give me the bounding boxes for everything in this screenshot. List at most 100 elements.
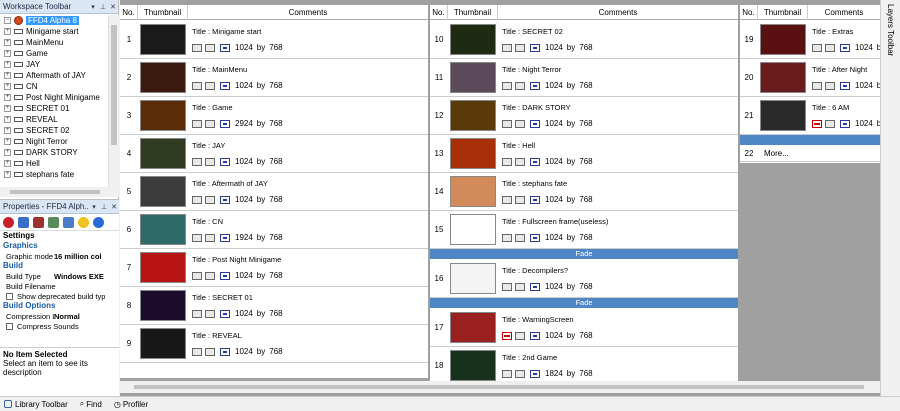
tree-item[interactable]: + Hell <box>0 158 108 169</box>
tree-item[interactable]: + Minigame start <box>0 26 108 37</box>
frame-row[interactable]: 5 Title : Aftermath of JAY 1024 by 768 <box>120 173 428 211</box>
frame-row[interactable]: 9 Title : REVEAL 1024 by 768 <box>120 325 428 363</box>
layers-toolbar-dock[interactable]: Layers Toolbar <box>880 0 900 396</box>
frame-size-icon[interactable] <box>530 43 540 52</box>
transition-in-icon[interactable] <box>192 195 202 204</box>
frame-thumbnail[interactable] <box>450 350 496 381</box>
frame-size-icon[interactable] <box>840 119 850 128</box>
frame-row[interactable]: 10 Title : SECRET 02 1024 by 768 <box>430 21 738 59</box>
frame-size-icon[interactable] <box>840 43 850 52</box>
expand-icon[interactable]: + <box>4 83 11 90</box>
frame-row[interactable]: 6 Title : CN 1924 by 768 <box>120 211 428 249</box>
globe-icon[interactable] <box>93 216 104 228</box>
library-toolbar-tab[interactable]: Library Toolbar <box>4 400 68 409</box>
transition-out-icon[interactable] <box>205 271 215 280</box>
expand-icon[interactable]: + <box>4 28 11 35</box>
info-icon[interactable] <box>78 216 89 228</box>
transition-out-icon[interactable] <box>825 119 835 128</box>
transition-out-icon[interactable] <box>515 157 525 166</box>
tree-item[interactable]: + stephans fate <box>0 169 108 180</box>
expand-icon[interactable]: + <box>4 61 11 68</box>
frame-row[interactable]: 13 Title : Hell 1024 by 768 <box>430 135 738 173</box>
frame-row[interactable]: 8 Title : SECRET 01 1024 by 768 <box>120 287 428 325</box>
transition-out-icon[interactable] <box>205 81 215 90</box>
frame-row[interactable]: 16 Title : Decompilers? 1024 by 768 <box>430 260 738 298</box>
compression-value[interactable]: Normal <box>54 312 80 321</box>
tree-item[interactable]: + SECRET 02 <box>0 125 108 136</box>
scrollbar-thumb[interactable] <box>10 190 100 194</box>
transition-in-icon[interactable] <box>502 195 512 204</box>
transition-in-icon[interactable] <box>812 81 822 90</box>
transition-out-icon[interactable] <box>205 43 215 52</box>
frame-size-icon[interactable] <box>220 347 230 356</box>
transition-in-icon[interactable] <box>192 271 202 280</box>
grid-icon[interactable] <box>63 216 74 228</box>
scrollbar-thumb[interactable] <box>111 25 117 145</box>
run-icon[interactable] <box>33 216 44 228</box>
frame-size-icon[interactable] <box>220 157 230 166</box>
fade-transition-bar[interactable]: Fade <box>430 249 738 259</box>
transition-out-icon[interactable] <box>205 195 215 204</box>
frame-size-icon[interactable] <box>530 195 540 204</box>
graphic-mode-value[interactable]: 16 million col <box>54 252 102 261</box>
compression-row[interactable]: Compression L Normal <box>0 311 119 321</box>
frame-thumbnail[interactable] <box>450 62 496 93</box>
expand-icon[interactable]: + <box>4 72 11 79</box>
frame-size-icon[interactable] <box>530 331 540 340</box>
tree-root[interactable]: − FFD4 Alpha 8 <box>0 15 108 26</box>
frame-thumbnail[interactable] <box>140 62 186 93</box>
monitor-icon[interactable] <box>18 216 29 228</box>
tree-item[interactable]: + Night Terror <box>0 136 108 147</box>
close-icon[interactable]: ✕ <box>109 203 119 211</box>
frame-row[interactable]: 18 Title : 2nd Game 1824 by 768 <box>430 347 738 385</box>
frame-row[interactable]: 3 Title : Game 2924 by 768 <box>120 97 428 135</box>
show-deprecated-checkbox[interactable]: Show deprecated build typ <box>0 291 119 301</box>
tree-item[interactable]: + JAY <box>0 59 108 70</box>
expand-icon[interactable]: + <box>4 105 11 112</box>
pin-icon[interactable]: ⊥ <box>99 203 109 211</box>
frame-thumbnail[interactable] <box>140 24 186 55</box>
transition-out-icon[interactable] <box>205 157 215 166</box>
transition-in-icon[interactable] <box>192 43 202 52</box>
graphic-mode-row[interactable]: Graphic mode 16 million col <box>0 251 119 261</box>
transition-in-icon[interactable] <box>812 119 822 128</box>
frame-size-icon[interactable] <box>220 271 230 280</box>
expand-icon[interactable]: + <box>4 138 11 145</box>
transition-in-icon[interactable] <box>502 233 512 242</box>
build-filename-row[interactable]: Build Filename <box>0 281 119 291</box>
expand-icon[interactable]: + <box>4 171 11 178</box>
tree-item[interactable]: + MainMenu <box>0 37 108 48</box>
tree-item[interactable]: + Post Night Minigame <box>0 92 108 103</box>
transition-out-icon[interactable] <box>515 119 525 128</box>
expand-icon[interactable]: + <box>4 50 11 57</box>
dropdown-icon[interactable]: ▾ <box>89 203 99 211</box>
frame-thumbnail[interactable] <box>760 24 806 55</box>
frame-thumbnail[interactable] <box>140 138 186 169</box>
frame-thumbnail[interactable] <box>450 214 496 245</box>
frame-size-icon[interactable] <box>220 233 230 242</box>
tree-item[interactable]: + REVEAL <box>0 114 108 125</box>
transition-out-icon[interactable] <box>825 43 835 52</box>
frame-size-icon[interactable] <box>530 81 540 90</box>
frame-thumbnail[interactable] <box>450 263 496 294</box>
frame-row[interactable]: 19Title : Extras1024by768 <box>740 21 900 59</box>
expand-icon[interactable]: + <box>4 94 11 101</box>
frame-size-icon[interactable] <box>220 119 230 128</box>
frame-row[interactable]: 7 Title : Post Night Minigame 1024 by 768 <box>120 249 428 287</box>
more-row[interactable]: 22 More... <box>740 145 880 162</box>
frame-size-icon[interactable] <box>530 157 540 166</box>
transition-in-icon[interactable] <box>502 157 512 166</box>
frame-size-icon[interactable] <box>220 195 230 204</box>
frame-thumbnail[interactable] <box>450 312 496 343</box>
frame-row[interactable]: 15 Title : Fullscreen frame(useless) 1024 b… <box>430 211 738 249</box>
frame-thumbnail[interactable] <box>140 328 186 359</box>
transition-out-icon[interactable] <box>515 81 525 90</box>
build-type-value[interactable]: Windows EXE <box>54 272 104 281</box>
build-type-row[interactable]: Build Type Windows EXE <box>0 271 119 281</box>
frame-thumbnail[interactable] <box>140 214 186 245</box>
tree-horizontal-scrollbar[interactable] <box>0 187 119 197</box>
editor-horizontal-scrollbar[interactable] <box>120 381 880 393</box>
frame-thumbnail[interactable] <box>140 176 186 207</box>
frame-size-icon[interactable] <box>840 81 850 90</box>
transition-out-icon[interactable] <box>515 369 525 378</box>
